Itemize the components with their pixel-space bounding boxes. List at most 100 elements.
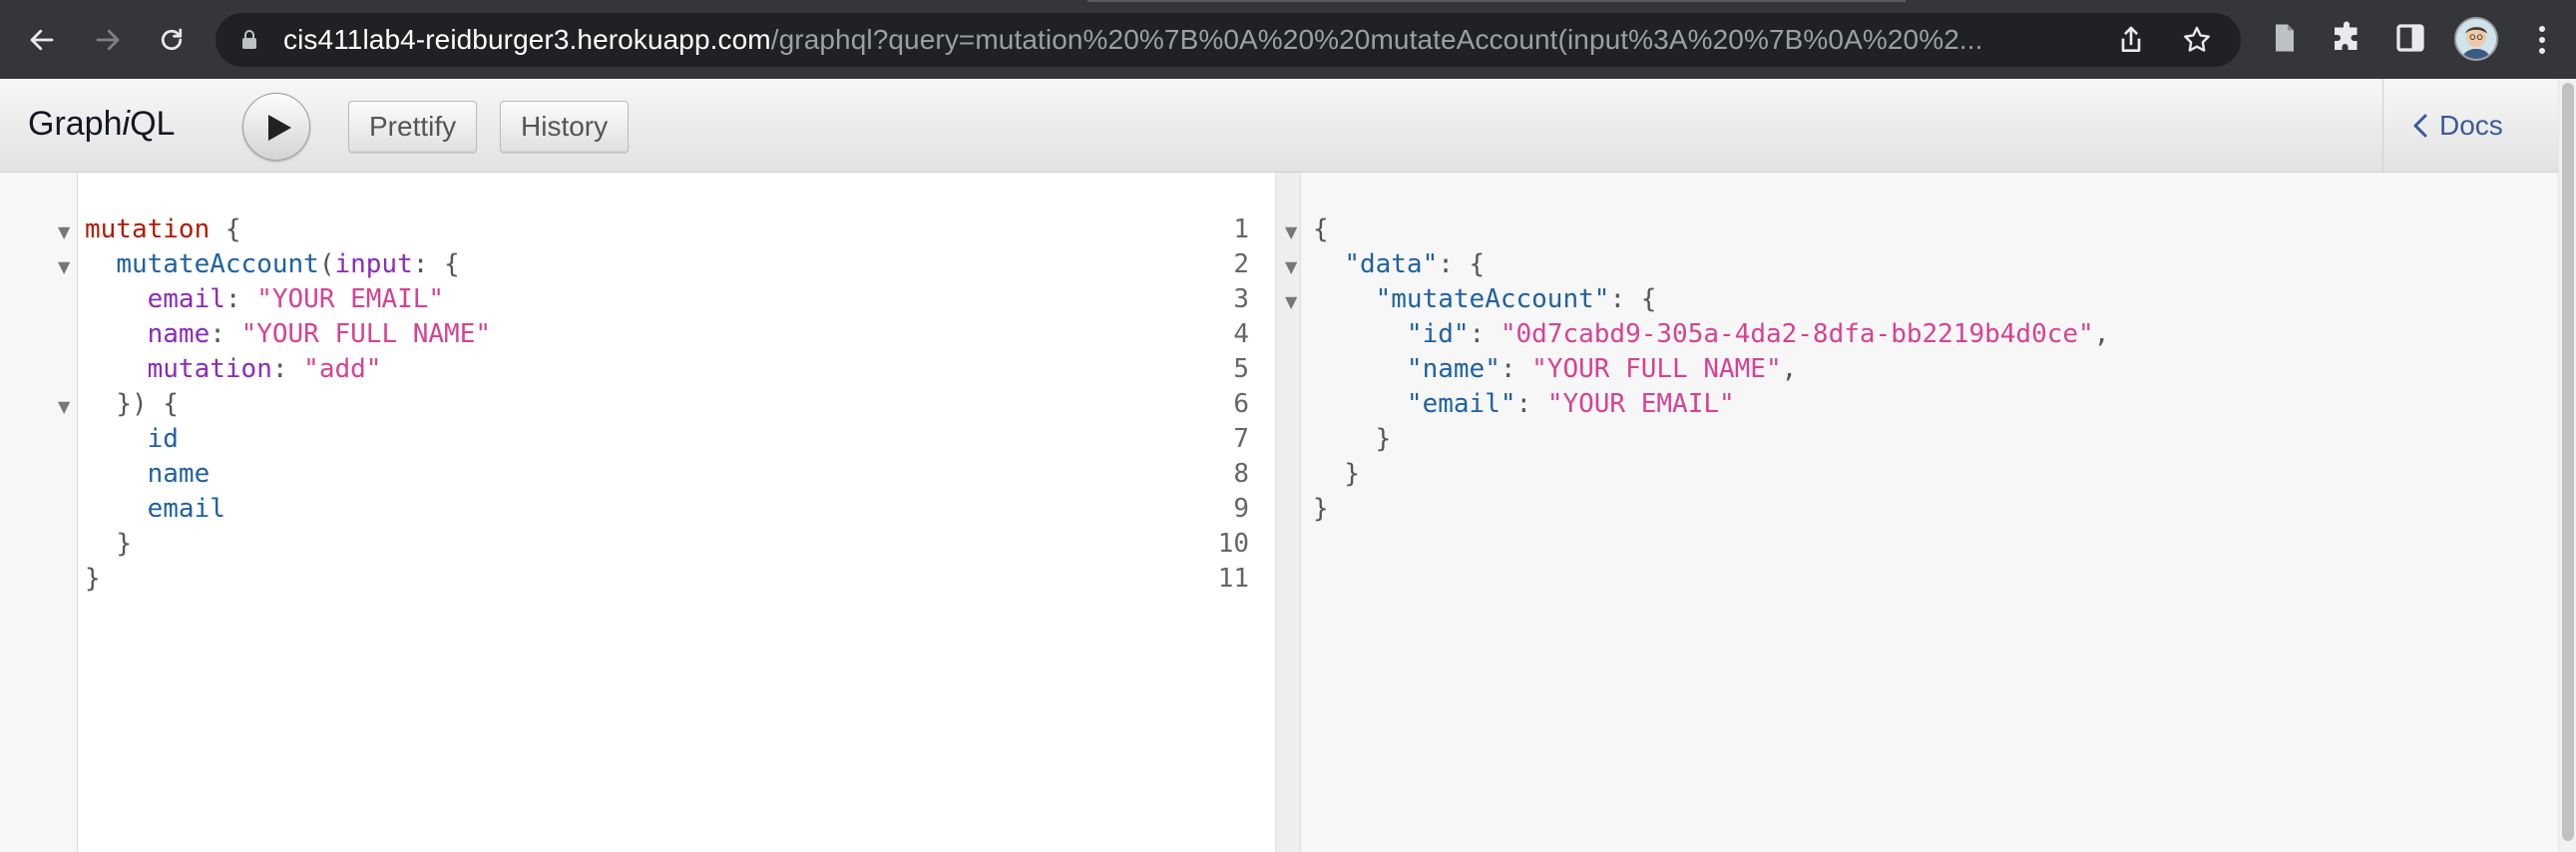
punctuation-token: : { (1438, 249, 1486, 279)
more-menu-icon[interactable] (2532, 22, 2552, 58)
result-line: "data": { (1313, 249, 1485, 279)
punctuation-token: { (210, 214, 241, 244)
extensions-puzzle-icon[interactable] (2329, 20, 2364, 56)
title-italic: i (122, 105, 131, 143)
fold-arrow-icon[interactable]: ▼ (1285, 257, 1297, 276)
result-line: "name": "YOUR FULL NAME", (1313, 354, 1797, 384)
forward-button[interactable] (88, 20, 128, 60)
punctuation-token: : { (1609, 284, 1657, 314)
json-key: "name" (1406, 354, 1501, 384)
code-line: name: "YOUR FULL NAME" (85, 319, 491, 349)
fold-arrow-icon[interactable]: ▼ (58, 397, 72, 416)
bookmark-star-icon[interactable] (2181, 24, 2213, 56)
argument-token: input (334, 249, 413, 279)
title-prefix: Graph (28, 105, 123, 143)
code-line: mutateAccount(input: { (85, 249, 460, 279)
fold-arrow-icon[interactable]: ▼ (1285, 292, 1297, 311)
punctuation-token: ( (318, 249, 335, 279)
code-line: id (85, 424, 179, 454)
line-number: 8 (1233, 459, 1249, 489)
side-panel-icon[interactable] (2392, 20, 2428, 56)
punctuation-token: : (224, 284, 257, 314)
field-token: name (147, 459, 211, 489)
code-line: email (85, 494, 225, 524)
url-path: /graphql?query=mutation%20%7B%0A%20%20mu… (770, 24, 1983, 55)
execute-query-button[interactable] (242, 93, 310, 161)
code-line: }) { (85, 389, 179, 419)
string-token: "YOUR EMAIL" (256, 284, 445, 314)
play-icon (268, 115, 291, 141)
code-line: mutation { (85, 214, 241, 244)
code-line: email: "YOUR EMAIL" (85, 284, 444, 314)
profile-avatar[interactable] (2454, 17, 2498, 61)
keyword-token: mutation (85, 214, 211, 244)
json-key: "data" (1344, 249, 1439, 279)
punctuation-token: , (1781, 354, 1798, 384)
argument-token: email (147, 284, 225, 314)
docs-label: Docs (2439, 110, 2503, 141)
prettify-button[interactable]: Prettify (348, 101, 478, 153)
share-icon[interactable] (2115, 24, 2147, 56)
result-line: { (1313, 214, 1329, 244)
code-line: name (85, 459, 211, 489)
fold-arrow-icon[interactable]: ▼ (58, 222, 72, 241)
reload-button[interactable] (152, 20, 192, 60)
line-number: 3 (1233, 284, 1249, 314)
line-number: 5 (1233, 354, 1249, 384)
punctuation-token: : (1500, 354, 1532, 384)
result-line: "email": "YOUR EMAIL" (1313, 389, 1735, 419)
json-string-value: "YOUR EMAIL" (1546, 389, 1735, 419)
line-number: 11 (1217, 564, 1249, 594)
punctuation-token: : (271, 354, 304, 384)
page-scrollbar[interactable] (2558, 79, 2576, 852)
result-line: } (1313, 494, 1329, 524)
field-token: email (147, 494, 225, 524)
scrollbar-thumb[interactable] (2562, 83, 2574, 841)
line-number: 4 (1233, 319, 1249, 349)
address-bar[interactable]: cis411lab4-reidburger3.herokuapp.com/gra… (215, 13, 2241, 67)
code-line: } (85, 564, 101, 594)
lock-icon (242, 30, 256, 49)
tab-strip-edge (1087, 0, 1906, 2)
docs-button[interactable]: Docs (2411, 103, 2503, 149)
code-line: mutation: "add" (85, 354, 382, 384)
arrow-right-icon (96, 29, 120, 51)
history-button[interactable]: History (500, 101, 630, 153)
result-line: "id": "0d7cabd9-305a-4da2-8dfa-bb2219b4d… (1313, 319, 2109, 349)
line-number: 6 (1233, 389, 1249, 419)
field-token: mutateAccount (116, 249, 319, 279)
code-line: } (85, 529, 132, 559)
query-editor[interactable]: 1 2 3 4 5 6 7 8 9 10 11 ▼ ▼ ▼ mutation {… (0, 173, 1275, 852)
profile-face-icon (2456, 19, 2496, 59)
punctuation-token: } (85, 564, 101, 594)
line-number: 1 (1233, 214, 1249, 244)
graphiql-toolbar: GraphiQL Prettify History Docs (0, 79, 2558, 173)
punctuation-token: }) { (116, 389, 179, 419)
punctuation-token: : (1469, 319, 1501, 349)
punctuation-token: } (1344, 459, 1360, 489)
punctuation-token: : { (412, 249, 460, 279)
punctuation-token: } (1313, 494, 1329, 524)
line-number: 9 (1233, 494, 1249, 524)
string-token: "YOUR FULL NAME" (240, 319, 492, 349)
reload-icon (161, 28, 183, 51)
result-line: } (1313, 459, 1360, 489)
fold-arrow-icon[interactable]: ▼ (1285, 222, 1297, 241)
string-token: "add" (303, 354, 382, 384)
result-line: "mutateAccount": { (1313, 284, 1657, 314)
browser-toolbar: cis411lab4-reidburger3.herokuapp.com/gra… (0, 0, 2576, 79)
url-host: cis411lab4-reidburger3.herokuapp.com (283, 24, 771, 55)
line-number: 10 (1217, 529, 1249, 559)
back-button[interactable] (22, 20, 62, 60)
punctuation-token: : (1515, 389, 1547, 419)
document-icon[interactable] (2267, 20, 2303, 56)
fold-arrow-icon[interactable]: ▼ (58, 257, 72, 276)
json-string-value: "YOUR FULL NAME" (1531, 354, 1782, 384)
result-viewer: { "data": { "mutateAccount": { "id": "0d… (1301, 173, 2558, 852)
punctuation-token: { (1313, 214, 1329, 244)
result-line: } (1313, 424, 1392, 454)
arrow-left-icon (30, 29, 54, 51)
chevron-left-icon (2413, 114, 2427, 138)
json-string-value: "0d7cabd9-305a-4da2-8dfa-bb2219b4d0ce" (1500, 319, 2094, 349)
argument-token: name (147, 319, 211, 349)
